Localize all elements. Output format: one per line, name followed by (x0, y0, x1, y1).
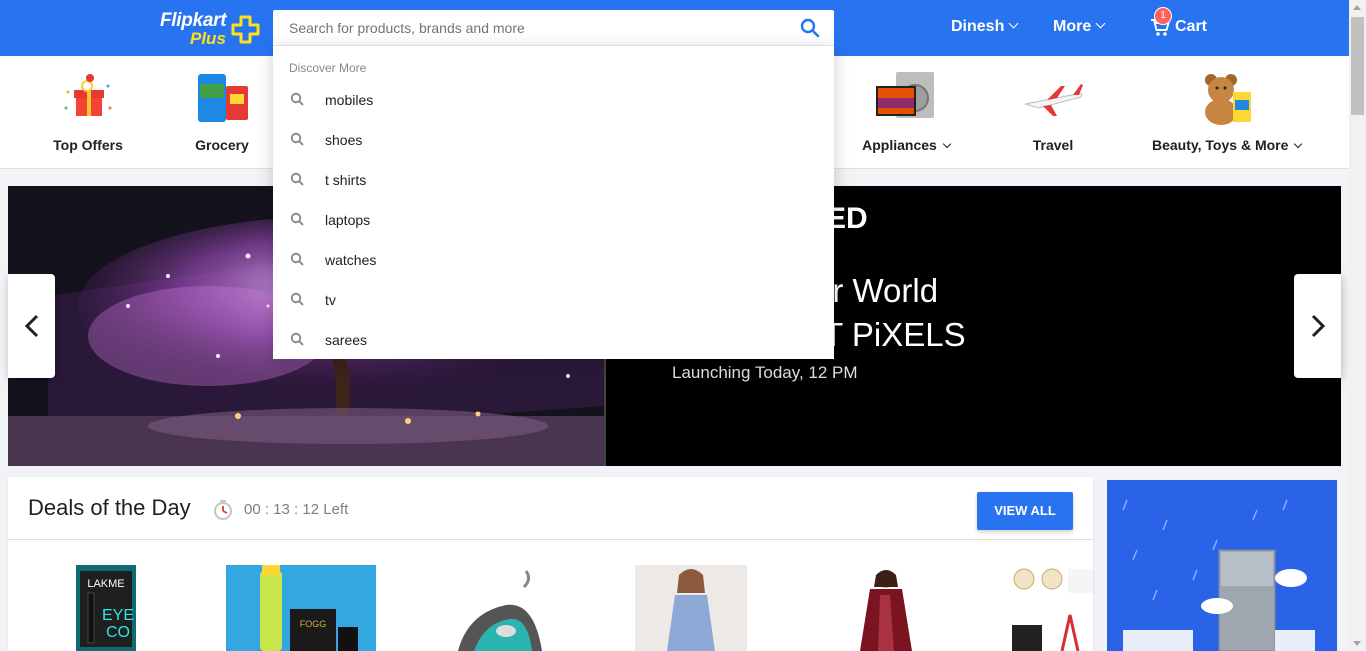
deals-separator (8, 539, 1093, 540)
banner-headline-2: IT PiXELS (814, 316, 966, 353)
gift-icon (64, 74, 112, 116)
banner-subline: Launching Today, 12 PM (672, 363, 858, 382)
category-top-offers[interactable]: Top Offers (40, 56, 136, 169)
svg-text:FOGG: FOGG (300, 619, 327, 629)
more-label: More (1053, 18, 1092, 35)
suggestion-item[interactable]: mobiles (273, 80, 834, 120)
suggestion-text: laptops (325, 212, 371, 228)
product-saree[interactable] (850, 565, 920, 651)
airplane-icon (1024, 84, 1083, 116)
scroll-up-icon[interactable] (1353, 5, 1361, 10)
logo-plus-text: Plus (190, 29, 226, 48)
product-image: FOGG (226, 565, 376, 651)
flipkart-plus-logo[interactable]: Flipkart Plus (160, 10, 264, 48)
scroll-thumb[interactable] (1351, 17, 1364, 115)
product-image (860, 570, 912, 651)
suggestion-item[interactable]: sarees (273, 320, 834, 360)
page-scrollbar[interactable] (1349, 0, 1366, 651)
side-ad-banner[interactable] (1107, 480, 1337, 651)
search-icon (290, 212, 304, 226)
chevron-right-icon (1311, 314, 1326, 338)
grocery-icon (198, 74, 248, 122)
deals-timer: 00 : 13 : 12 Left (244, 501, 349, 518)
category-label-text: Appliances (862, 137, 937, 153)
teddy-icon (1205, 74, 1251, 125)
suggestion-text: sarees (325, 332, 368, 348)
suggestion-item[interactable]: watches (273, 240, 834, 280)
product-image: LAKME EYE CO (76, 565, 136, 651)
chevron-down-icon (1294, 139, 1303, 149)
search-suggestions-dropdown: Discover More mobiles shoes t shirts lap… (273, 45, 834, 359)
suggestion-item[interactable]: shoes (273, 120, 834, 160)
cart-count-badge: 1 (1154, 7, 1172, 25)
suggestion-text: mobiles (325, 92, 374, 108)
chevron-left-icon (24, 314, 39, 338)
product-steam-iron[interactable] (448, 565, 552, 651)
user-name: Dinesh (951, 18, 1005, 35)
search-bar[interactable] (273, 10, 834, 46)
chevron-down-icon (1095, 18, 1106, 29)
suggestion-text: shoes (325, 132, 363, 148)
category-label: Appliances (862, 137, 952, 153)
svg-text:LAKME: LAKME (87, 578, 124, 590)
category-label: Travel (1032, 137, 1074, 153)
product-fogg-deodorant[interactable]: FOGG (226, 565, 376, 651)
category-beauty-toys-more[interactable]: Beauty, Toys & More (1152, 56, 1303, 169)
svg-text:CO: CO (106, 624, 130, 641)
dropdown-header: Discover More (289, 61, 367, 75)
suggestion-item[interactable]: t shirts (273, 160, 834, 200)
search-icon (290, 252, 304, 266)
product-accessories[interactable] (1006, 565, 1093, 651)
plus-logo-icon (231, 15, 260, 44)
search-icon (290, 292, 304, 306)
suggestion-item[interactable]: tv (273, 280, 834, 320)
search-icon[interactable] (800, 18, 820, 38)
chevron-down-icon (1008, 18, 1019, 29)
svg-text:EYE: EYE (102, 607, 134, 624)
suggestion-text: watches (325, 252, 377, 268)
category-travel[interactable]: Travel (1020, 56, 1086, 169)
clock-icon (214, 500, 232, 520)
category-label: Beauty, Toys & More (1152, 137, 1303, 153)
scroll-down-icon[interactable] (1353, 641, 1361, 646)
product-lakme-eyeliner[interactable]: LAKME EYE CO (74, 565, 138, 651)
category-label: Grocery (195, 137, 249, 153)
category-grocery[interactable]: Grocery (180, 56, 264, 169)
search-icon (290, 172, 304, 186)
category-label: Top Offers (53, 137, 123, 153)
search-icon (290, 132, 304, 146)
banner-prev-button[interactable] (8, 274, 55, 378)
search-icon (290, 92, 304, 106)
cart-label: Cart (1175, 18, 1208, 35)
product-image (1012, 568, 1093, 651)
category-appliances[interactable]: Appliances (862, 56, 952, 169)
product-image (635, 565, 747, 651)
chevron-down-icon (942, 139, 952, 149)
search-input[interactable] (273, 10, 793, 46)
banner-next-button[interactable] (1294, 274, 1341, 378)
suggestion-text: t shirts (325, 172, 367, 188)
category-label-text: Beauty, Toys & More (1152, 137, 1289, 153)
more-menu[interactable]: More (1053, 18, 1106, 36)
search-icon (290, 332, 304, 346)
appliances-icon (876, 72, 934, 118)
user-menu[interactable]: Dinesh (951, 18, 1019, 36)
suggestion-text: tv (325, 292, 336, 308)
product-dress[interactable] (635, 565, 747, 651)
suggestion-item[interactable]: laptops (273, 200, 834, 240)
ad-image (1107, 480, 1337, 651)
product-image (458, 570, 542, 651)
deals-title: Deals of the Day (28, 495, 191, 520)
deals-of-the-day: Deals of the Day 00 : 13 : 12 Left VIEW … (8, 477, 1093, 651)
view-all-button[interactable]: VIEW ALL (977, 492, 1073, 530)
